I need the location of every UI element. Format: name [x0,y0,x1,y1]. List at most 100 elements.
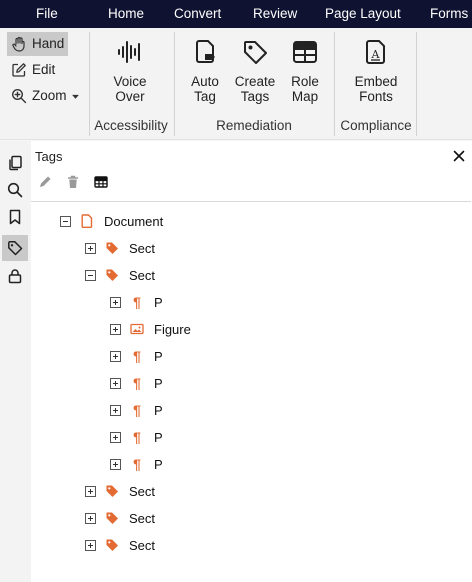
tag-icon [8,241,23,256]
expand-icon[interactable] [110,404,121,416]
tree-node-paragraph[interactable]: ¶ P [110,291,163,313]
tree-node-sect[interactable]: Sect [85,507,155,529]
table-icon[interactable] [93,174,109,190]
menu-bar: File Home Convert Review Page Layout For… [0,0,472,28]
search-icon [7,182,23,198]
zoom-label: Zoom [32,88,67,103]
create-tags-line2: Tags [240,89,270,104]
tree-node-sect[interactable]: Sect [85,534,155,556]
node-label: P [154,456,163,472]
menu-review[interactable]: Review [253,0,297,28]
create-tags-button[interactable]: Create Tags [231,38,279,104]
delete-icon[interactable] [65,174,81,190]
node-label: Sect [129,537,156,553]
hand-tool-button[interactable]: Hand [7,32,69,56]
zoom-tool-button[interactable]: Zoom [7,84,84,108]
zoom-icon [11,88,27,104]
tree-node-paragraph[interactable]: ¶ P [110,345,163,367]
expand-icon[interactable] [110,350,121,362]
auto-tag-line2: Tag [194,89,216,104]
menu-forms[interactable]: Forms [430,0,468,28]
node-label: Sect [129,510,156,526]
edit-tool-button[interactable]: Edit [7,58,59,82]
expand-icon[interactable] [110,377,121,389]
collapse-icon[interactable] [85,269,96,281]
tree-node-document[interactable]: Document [60,210,163,232]
node-label: Sect [129,240,156,256]
ribbon: Hand Edit Zoom Voice Over Accessibility … [0,28,472,140]
collapse-icon[interactable] [60,215,71,227]
tree-node-sect[interactable]: Sect [85,237,155,259]
tree-node-sect[interactable]: Sect [85,264,155,286]
role-map-line2: Map [291,89,319,104]
sidebar-bookmarks-button[interactable] [2,204,28,230]
role-map-line1: Role [291,74,319,89]
voice-over-button[interactable]: Voice Over [94,38,166,104]
panel-title: Tags [35,149,63,164]
expand-icon[interactable] [110,431,121,443]
embed-fonts-line1: Embed [354,74,398,89]
group-label-remediation: Remediation [216,118,292,133]
tree-node-paragraph[interactable]: ¶ P [110,426,163,448]
pages-icon [9,155,22,171]
document-icon [80,214,94,228]
voice-over-icon [118,41,140,63]
tree-node-paragraph[interactable]: ¶ P [110,399,163,421]
embed-fonts-icon: A [366,40,385,64]
lock-icon [8,269,22,284]
hand-label: Hand [32,36,65,51]
tree-node-sect[interactable]: Sect [85,480,155,502]
panel-divider [31,201,471,202]
expand-icon[interactable] [110,323,121,335]
paragraph-icon: ¶ [133,375,141,391]
image-icon [130,322,144,336]
tag-icon [105,268,119,282]
role-map-button[interactable]: Role Map [283,38,327,104]
auto-tag-icon [196,40,215,63]
chevron-down-icon [71,94,79,99]
bookmark-icon [9,209,21,225]
expand-icon[interactable] [85,485,96,497]
tree-node-figure[interactable]: Figure [110,318,191,340]
edit-icon [12,63,26,77]
menu-page-layout[interactable]: Page Layout [325,0,401,28]
node-label: Sect [129,267,156,283]
tree-node-paragraph[interactable]: ¶ P [110,372,163,394]
svg-text:A: A [371,48,381,61]
tag-icon [105,484,119,498]
sidebar-search-button[interactable] [2,177,28,203]
embed-fonts-button[interactable]: A Embed Fonts [346,38,406,104]
auto-tag-line1: Auto [191,74,219,89]
paragraph-icon: ¶ [133,348,141,364]
sidebar-tags-button[interactable] [2,235,28,261]
left-sidebar [0,141,31,582]
sidebar-pages-button[interactable] [2,150,28,176]
node-label: P [154,348,163,364]
node-label: Sect [129,483,156,499]
tree-node-paragraph[interactable]: ¶ P [110,453,163,475]
group-label-accessibility: Accessibility [94,118,168,133]
node-label: Document [104,213,164,229]
auto-tag-button[interactable]: Auto Tag [183,38,227,104]
menu-file[interactable]: File [36,0,58,28]
close-icon[interactable] [451,148,467,164]
hand-icon [12,36,25,52]
expand-icon[interactable] [85,539,96,551]
menu-convert[interactable]: Convert [174,0,221,28]
expand-icon[interactable] [85,512,96,524]
node-label: P [154,375,163,391]
ribbon-separator [334,32,335,136]
sidebar-security-button[interactable] [2,263,28,289]
group-label-compliance: Compliance [340,118,412,133]
paragraph-icon: ¶ [133,429,141,445]
tag-icon [105,241,119,255]
edit-icon[interactable] [37,174,53,190]
paragraph-icon: ¶ [133,294,141,310]
expand-icon[interactable] [110,458,121,470]
node-label: Figure [154,321,191,337]
expand-icon[interactable] [85,242,96,254]
menu-home[interactable]: Home [108,0,144,28]
expand-icon[interactable] [110,296,121,308]
voice-over-line2: Over [115,89,145,104]
tag-icon [105,538,119,552]
